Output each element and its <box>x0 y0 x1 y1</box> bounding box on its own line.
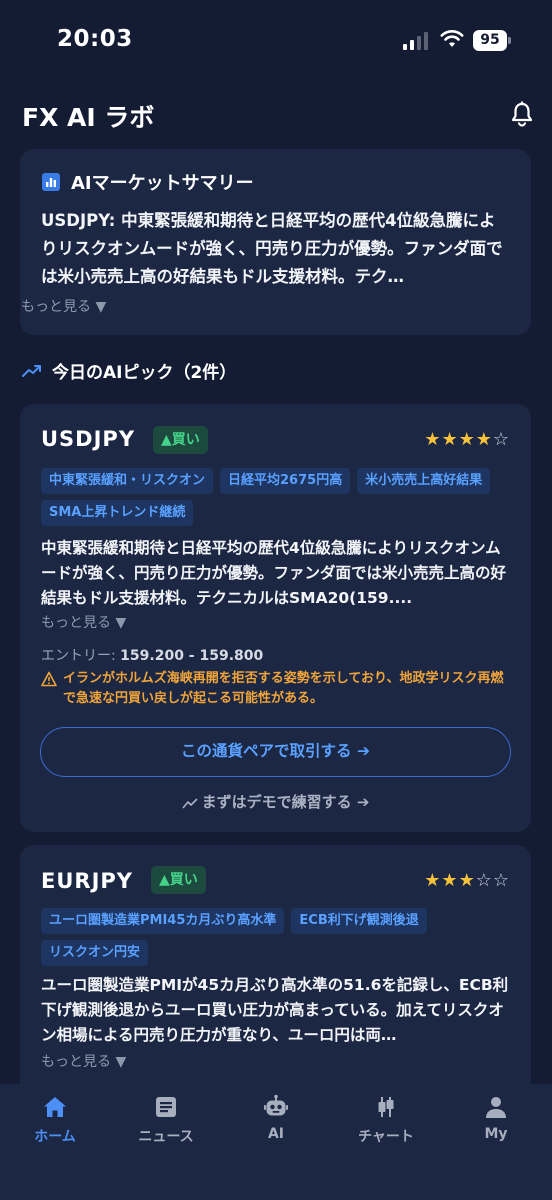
entry-label: エントリー: <box>41 648 116 664</box>
pick-more-link[interactable]: もっと見る ▼ <box>41 1051 126 1071</box>
rating-stars: ★★★★☆ <box>424 429 510 450</box>
pick-analysis-text: ユーロ圏製造業PMIが45カ月ぶり高水準の51.6を記録し、ECB利下げ観測後退… <box>41 976 509 1044</box>
ai-picks-heading: 今日のAIピック（2件） <box>22 357 236 383</box>
rating-stars: ★★★☆☆ <box>424 870 510 891</box>
news-icon <box>156 1097 176 1117</box>
battery-icon: 95 <box>473 30 511 51</box>
tab-label: チャート <box>358 1129 414 1145</box>
home-icon <box>44 1097 66 1117</box>
tab-label: ニュース <box>138 1129 194 1145</box>
summary-text: USDJPY: 中東緊張緩和期待と日経平均の歴代4位級急騰によりリスクオンムード… <box>41 211 503 286</box>
warning-text: イランがホルムズ海峡再開を拒否する姿勢を示しており、地政学リスク再燃で急速な円買… <box>63 671 504 706</box>
tab-label: My <box>484 1126 508 1142</box>
buy-signal-badge: ▲買い <box>153 426 208 454</box>
tab-chart[interactable]: チャート <box>336 1094 436 1146</box>
tag: ユーロ圏製造業PMI45カ月ぶり高水準 <box>41 908 285 934</box>
bottom-tab-bar: ホーム ニュース AI チャート My <box>0 1084 552 1200</box>
bar-chart-icon <box>42 173 60 191</box>
tab-my[interactable]: My <box>446 1094 546 1142</box>
notification-bell-icon[interactable] <box>508 100 536 128</box>
tag-list: ユーロ圏製造業PMI45カ月ぶり高水準 ECB利下げ観測後退 リスクオン円安 <box>41 908 511 966</box>
summary-header: AIマーケットサマリー <box>42 169 254 195</box>
pair-name: USDJPY <box>41 427 136 451</box>
tag: 中東緊張緩和・リスクオン <box>41 468 214 494</box>
demo-link-label: まずはデモで練習する ➔ <box>201 793 370 811</box>
picks-title: 今日のAIピック（2件） <box>52 362 237 383</box>
summary-title: AIマーケットサマリー <box>71 173 254 194</box>
pair-name: EURJPY <box>41 869 133 893</box>
entry-value: 159.200 - 159.800 <box>120 648 264 664</box>
tag: SMA上昇トレンド継続 <box>41 500 194 526</box>
entry-range: エントリー: 159.200 - 159.800 <box>41 645 263 665</box>
pick-analysis-text: 中東緊張緩和期待と日経平均の歴代4位級急騰によりリスクオンムードが強く、円売り圧… <box>41 539 507 607</box>
person-icon <box>486 1097 506 1118</box>
tab-label: ホーム <box>34 1129 76 1145</box>
pick-more-link[interactable]: もっと見る ▼ <box>41 612 126 632</box>
tab-ai[interactable]: AI <box>226 1094 326 1142</box>
battery-level: 95 <box>473 30 507 51</box>
tag-list: 中東緊張緩和・リスクオン 日経平均2675円高 米小売売上高好結果 SMA上昇ト… <box>41 468 511 526</box>
trade-pair-button[interactable]: この通貨ペアで取引する ➔ <box>40 727 511 777</box>
demo-practice-link[interactable]: まずはデモで練習する ➔ <box>20 791 531 812</box>
tab-news[interactable]: ニュース <box>116 1094 216 1146</box>
pick-card-eurjpy: EURJPY ▲買い ★★★☆☆ ユーロ圏製造業PMI45カ月ぶり高水準 ECB… <box>20 845 531 1105</box>
status-time: 20:03 <box>57 26 133 52</box>
summary-more-link[interactable]: もっと見る ▼ <box>21 296 106 316</box>
cellular-signal-icon <box>403 32 428 50</box>
robot-icon <box>264 1094 288 1116</box>
tag: ECB利下げ観測後退 <box>291 908 427 934</box>
warning-icon <box>41 671 57 687</box>
trending-up-icon <box>22 365 41 377</box>
tab-home[interactable]: ホーム <box>5 1094 105 1146</box>
app-title: FX AI ラボ <box>22 103 155 132</box>
tag: リスクオン円安 <box>41 940 149 966</box>
tag: 米小売売上高好結果 <box>357 468 491 494</box>
candlestick-icon <box>378 1097 394 1117</box>
buy-signal-badge: ▲買い <box>151 866 206 894</box>
tag: 日経平均2675円高 <box>220 468 351 494</box>
pick-card-usdjpy: USDJPY ▲買い ★★★★☆ 中東緊張緩和・リスクオン 日経平均2675円高… <box>20 404 531 832</box>
trending-icon <box>181 797 198 809</box>
tab-label: AI <box>267 1126 285 1142</box>
status-bar: 20:03 95 <box>0 0 552 84</box>
wifi-icon <box>440 30 464 47</box>
risk-warning: イランがホルムズ海峡再開を拒否する姿勢を示しており、地政学リスク再燃で急速な円買… <box>41 669 511 709</box>
